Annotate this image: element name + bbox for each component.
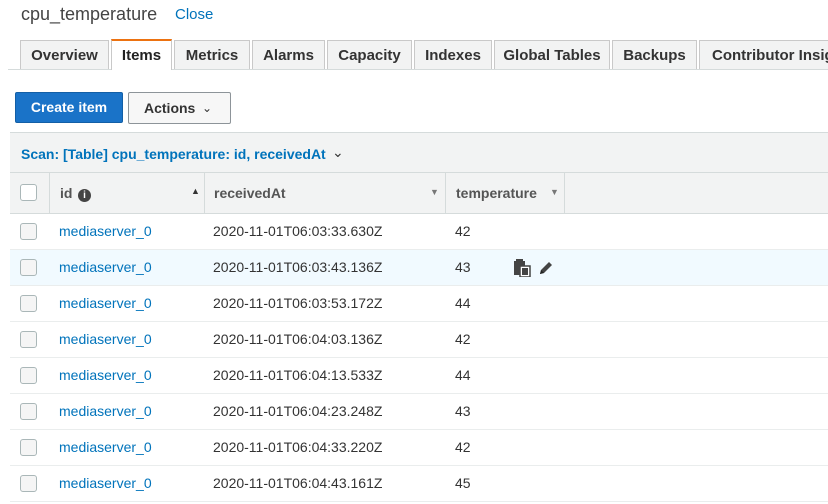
table-row[interactable]: mediaserver_0 2020-11-01T06:03:53.172Z 4… <box>10 286 828 322</box>
actions-dropdown-button[interactable]: Actions ⌄ <box>128 92 231 124</box>
cell-receivedat: 2020-11-01T06:04:23.248Z <box>213 403 383 419</box>
column-header-temperature-label: temperature <box>456 185 537 201</box>
select-all-header <box>10 173 50 213</box>
column-header-receivedat[interactable]: receivedAt ▼ <box>205 173 446 213</box>
cell-id[interactable]: mediaserver_0 <box>59 367 152 383</box>
chevron-down-icon: ⌄ <box>202 101 213 115</box>
column-header-id[interactable]: id i ▲ <box>50 173 205 213</box>
scan-query-bar: Scan: [Table] cpu_temperature: id, recei… <box>10 132 828 173</box>
tab-indexes[interactable]: Indexes <box>414 40 492 69</box>
sort-ascending-icon[interactable]: ▲ <box>191 186 200 196</box>
cell-id[interactable]: mediaserver_0 <box>59 331 152 347</box>
cell-id[interactable]: mediaserver_0 <box>59 403 152 419</box>
copy-icon[interactable] <box>512 259 532 277</box>
row-checkbox[interactable] <box>20 367 37 384</box>
row-checkbox[interactable] <box>20 439 37 456</box>
tab-capacity[interactable]: Capacity <box>327 40 412 69</box>
close-link[interactable]: Close <box>175 6 213 23</box>
table-row[interactable]: mediaserver_0 2020-11-01T06:04:23.248Z 4… <box>10 394 828 430</box>
cell-temperature: 44 <box>455 295 471 311</box>
cell-temperature: 44 <box>455 367 471 383</box>
tab-bar: Overview Items Metrics Alarms Capacity I… <box>0 39 828 70</box>
cell-receivedat: 2020-11-01T06:03:43.136Z <box>213 259 383 275</box>
select-all-checkbox[interactable] <box>20 184 37 201</box>
table-header: id i ▲ receivedAt ▼ temperature ▼ <box>10 173 828 214</box>
table-row[interactable]: mediaserver_0 2020-11-01T06:03:33.630Z 4… <box>10 214 828 250</box>
table-title-bar: cpu_temperature Close <box>0 0 828 30</box>
scan-toggle[interactable]: Scan: [Table] cpu_temperature: id, recei… <box>21 146 326 162</box>
cell-receivedat: 2020-11-01T06:03:33.630Z <box>213 223 383 239</box>
table-row[interactable]: mediaserver_0 2020-11-01T06:03:43.136Z 4… <box>10 250 828 286</box>
cell-temperature: 43 <box>455 403 471 419</box>
row-checkbox[interactable] <box>20 475 37 492</box>
row-checkbox[interactable] <box>20 403 37 420</box>
chevron-down-icon[interactable]: ⌄ <box>332 144 344 161</box>
row-checkbox[interactable] <box>20 259 37 276</box>
row-checkbox[interactable] <box>20 223 37 240</box>
info-icon[interactable]: i <box>78 186 91 204</box>
cell-receivedat: 2020-11-01T06:04:03.136Z <box>213 331 383 347</box>
sort-caret-icon[interactable]: ▼ <box>430 187 439 197</box>
table-row[interactable]: mediaserver_0 2020-11-01T06:04:03.136Z 4… <box>10 322 828 358</box>
cell-receivedat: 2020-11-01T06:04:13.533Z <box>213 367 383 383</box>
tab-overview[interactable]: Overview <box>20 40 109 69</box>
tab-items[interactable]: Items <box>111 39 172 70</box>
cell-id[interactable]: mediaserver_0 <box>59 475 152 491</box>
column-header-receivedat-label: receivedAt <box>214 185 286 201</box>
cell-receivedat: 2020-11-01T06:04:43.161Z <box>213 475 383 491</box>
column-header-id-label: id <box>60 185 73 201</box>
tab-contributor-insights[interactable]: Contributor Insights <box>699 40 828 69</box>
tab-global-tables[interactable]: Global Tables <box>494 40 610 69</box>
row-checkbox[interactable] <box>20 331 37 348</box>
table-row[interactable]: mediaserver_0 2020-11-01T06:04:33.220Z 4… <box>10 430 828 466</box>
table-row[interactable]: mediaserver_0 2020-11-01T06:04:43.161Z 4… <box>10 466 828 502</box>
column-header-temperature[interactable]: temperature ▼ <box>446 173 565 213</box>
cell-id[interactable]: mediaserver_0 <box>59 223 152 239</box>
cell-temperature: 42 <box>455 223 471 239</box>
create-item-button[interactable]: Create item <box>15 92 123 123</box>
cell-id[interactable]: mediaserver_0 <box>59 439 152 455</box>
cell-temperature: 42 <box>455 331 471 347</box>
cell-receivedat: 2020-11-01T06:03:53.172Z <box>213 295 383 311</box>
table-row[interactable]: mediaserver_0 2020-11-01T06:04:13.533Z 4… <box>10 358 828 394</box>
cell-temperature: 45 <box>455 475 471 491</box>
cell-id[interactable]: mediaserver_0 <box>59 295 152 311</box>
edit-pencil-icon[interactable] <box>538 260 554 276</box>
row-checkbox[interactable] <box>20 295 37 312</box>
actions-label: Actions <box>144 100 196 116</box>
cell-temperature: 42 <box>455 439 471 455</box>
sort-caret-icon[interactable]: ▼ <box>550 187 559 197</box>
cell-temperature: 43 <box>455 259 471 275</box>
tab-metrics[interactable]: Metrics <box>174 40 250 69</box>
page-title: cpu_temperature <box>21 4 158 24</box>
cell-receivedat: 2020-11-01T06:04:33.220Z <box>213 439 383 455</box>
tab-backups[interactable]: Backups <box>612 40 697 69</box>
tab-alarms[interactable]: Alarms <box>252 40 325 69</box>
cell-id[interactable]: mediaserver_0 <box>59 259 152 275</box>
